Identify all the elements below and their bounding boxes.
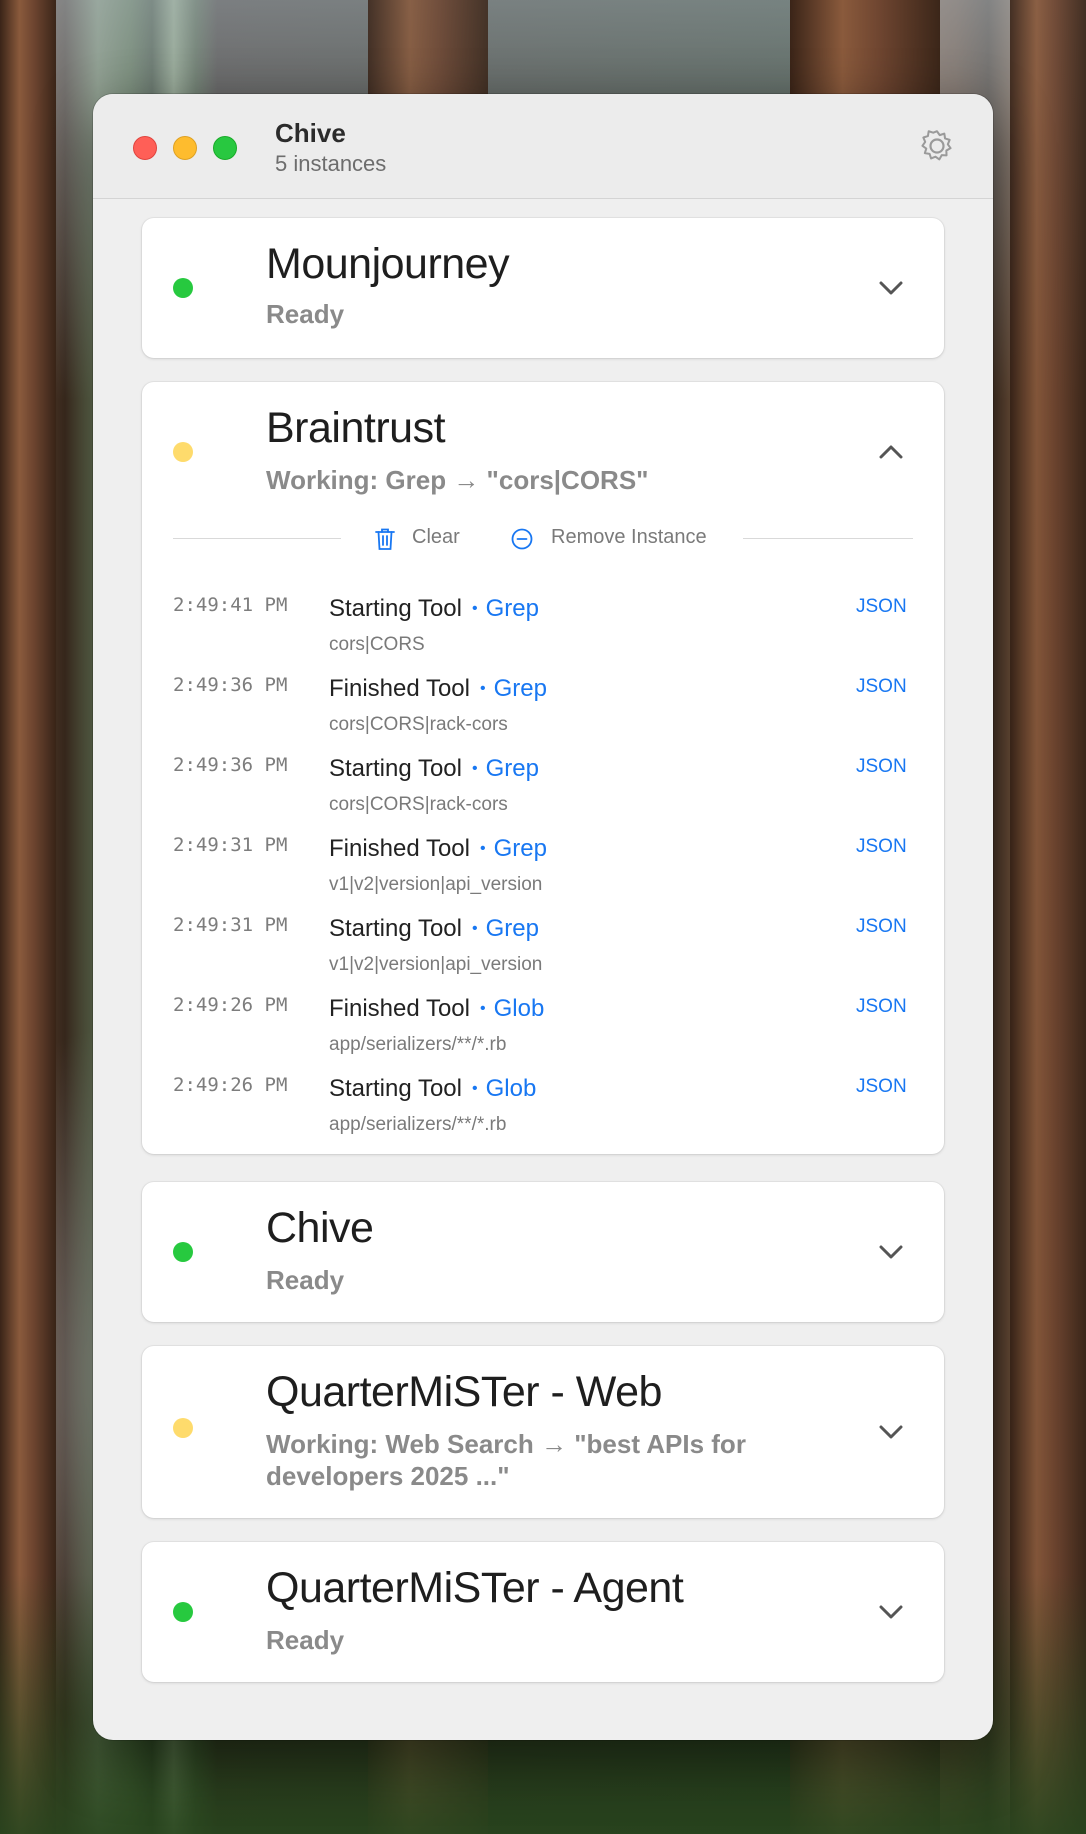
instance-status: Working: Web Search → "best APIs for dev… [266,1429,746,1491]
log-event-label: Finished Tool [329,675,470,702]
log-timestamp: 2:49:31 PM [173,834,288,856]
instance-card-mounjourney[interactable]: Mounjourney Ready [142,218,944,358]
json-link[interactable]: JSON [856,996,907,1018]
divider [743,538,913,539]
minimize-window-button[interactable] [173,136,197,160]
instance-card-chive[interactable]: Chive Ready [142,1182,944,1322]
instance-card-quartermister-agent[interactable]: QuarterMiSTer - Agent Ready [142,1542,944,1682]
divider [173,538,341,539]
log-detail: v1|v2|version|api_version [329,874,543,895]
instance-status: Ready [266,299,345,329]
json-link[interactable]: JSON [856,676,907,698]
instance-name: Braintrust [266,404,446,452]
instance-status: Ready [266,1265,345,1295]
chevron-down-icon[interactable] [876,1422,906,1442]
desktop-tree-trunk [1010,0,1086,1834]
instance-card-quartermister-web[interactable]: QuarterMiSTer - Web Working: Web Search … [142,1346,944,1518]
log-event-label: Starting Tool [329,595,462,622]
instance-name: Mounjourney [266,240,510,288]
app-title: Chive [275,118,346,148]
title-bar: Chive 5 instances [93,94,993,199]
clear-button[interactable]: Clear [412,526,460,549]
log-event-label: Finished Tool [329,835,470,862]
log-event-title: Finished Tool • Grep [329,675,547,703]
log-tool-label: Grep [485,755,539,782]
log-timestamp: 2:49:36 PM [173,754,288,776]
minus-circle-icon[interactable] [511,528,533,550]
log-tool-name: • Glob [471,1075,537,1102]
log-detail: cors|CORS|rack-cors [329,714,508,735]
settings-gear-icon[interactable] [917,126,957,166]
log-event-label: Starting Tool [329,755,462,782]
instance-count: 5 instances [275,151,387,176]
chevron-down-icon[interactable] [876,1602,906,1622]
status-indicator-working [173,442,193,462]
log-detail: app/serializers/**/*.rb [329,1034,507,1055]
status-indicator-working [173,1418,193,1438]
status-indicator-ready [173,278,193,298]
app-window: Chive 5 instances Mounjourney Ready Brai… [93,94,993,1740]
instance-status: Ready [266,1625,345,1655]
close-window-button[interactable] [133,136,157,160]
chevron-down-icon[interactable] [876,278,906,298]
remove-instance-button[interactable]: Remove Instance [551,526,707,549]
log-event-title: Starting Tool • Grep [329,755,539,783]
log-detail: cors|CORS [329,634,425,655]
log-event-label: Starting Tool [329,1075,462,1102]
log-event-title: Finished Tool • Grep [329,835,547,863]
log-tool-name: • Grep [471,915,539,942]
zoom-window-button[interactable] [213,136,237,160]
log-detail: app/serializers/**/*.rb [329,1114,507,1135]
log-tool-label: Grep [493,835,547,862]
log-tool-name: • Grep [479,835,547,862]
log-event-title: Starting Tool • Grep [329,915,539,943]
instance-name: QuarterMiSTer - Web [266,1368,662,1416]
instance-status: Working: Grep → "cors|CORS" [266,465,649,495]
json-link[interactable]: JSON [856,596,907,618]
log-tool-name: • Glob [479,995,545,1022]
log-detail: cors|CORS|rack-cors [329,794,508,815]
log-tool-label: Grep [485,915,539,942]
log-tool-label: Grep [493,675,547,702]
json-link[interactable]: JSON [856,756,907,778]
log-timestamp: 2:49:36 PM [173,674,288,696]
instance-name: Chive [266,1204,374,1252]
log-timestamp: 2:49:26 PM [173,1074,288,1096]
log-tool-label: Grep [485,595,539,622]
status-indicator-ready [173,1242,193,1262]
chevron-up-icon[interactable] [876,442,906,462]
log-tool-label: Glob [485,1075,537,1102]
json-link[interactable]: JSON [856,916,907,938]
json-link[interactable]: JSON [856,836,907,858]
log-event-title: Starting Tool • Glob [329,1075,536,1103]
log-tool-name: • Grep [471,595,539,622]
log-event-label: Starting Tool [329,915,462,942]
chevron-down-icon[interactable] [876,1242,906,1262]
log-timestamp: 2:49:31 PM [173,914,288,936]
trash-icon[interactable] [374,527,396,551]
log-event-title: Starting Tool • Grep [329,595,539,623]
log-detail: v1|v2|version|api_version [329,954,543,975]
log-tool-label: Glob [493,995,545,1022]
log-event-title: Finished Tool • Glob [329,995,544,1023]
json-link[interactable]: JSON [856,1076,907,1098]
log-event-label: Finished Tool [329,995,470,1022]
log-tool-name: • Grep [471,755,539,782]
log-timestamp: 2:49:26 PM [173,994,288,1016]
log-timestamp: 2:49:41 PM [173,594,288,616]
desktop-tree-trunk [0,0,56,1834]
instance-name: QuarterMiSTer - Agent [266,1564,684,1612]
status-indicator-ready [173,1602,193,1622]
log-tool-name: • Grep [479,675,547,702]
